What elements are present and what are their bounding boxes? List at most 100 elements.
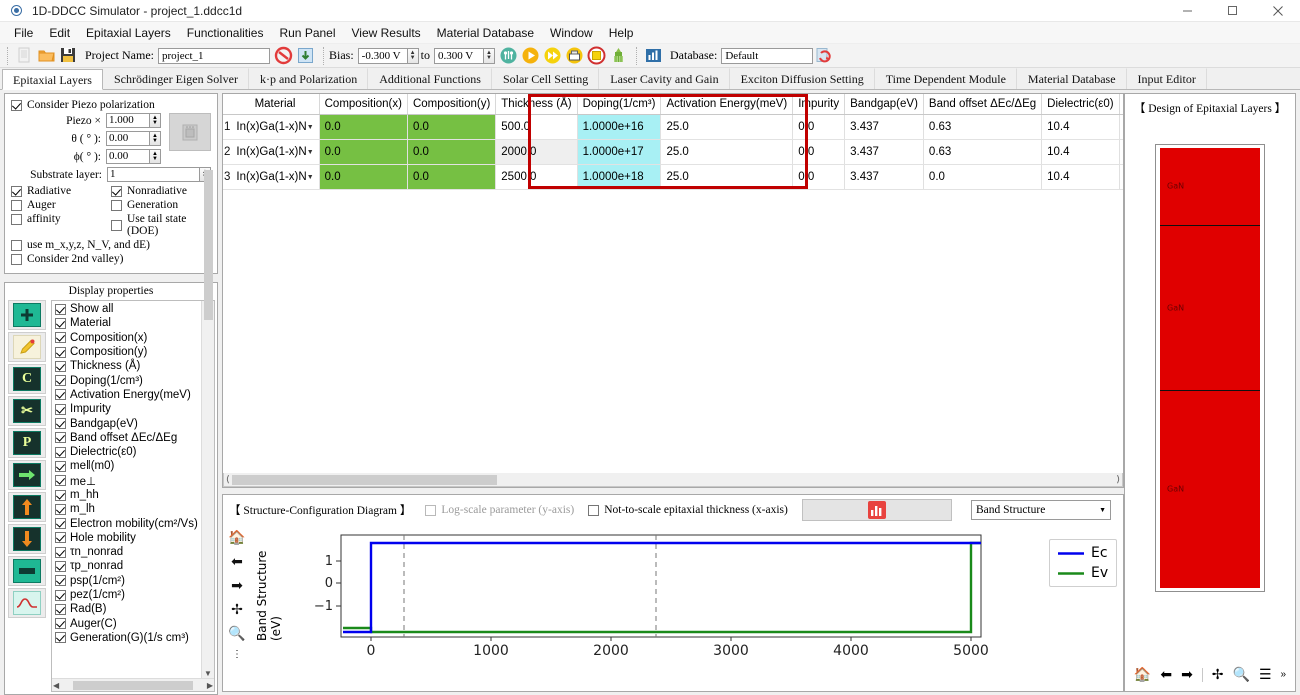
dp-item-composition-x[interactable]: Composition(x)	[55, 331, 201, 345]
menu-epitaxial-layers[interactable]: Epitaxial Layers	[78, 24, 179, 42]
clean-icon[interactable]	[609, 46, 629, 66]
forward-arrow-icon[interactable]: ➡	[1181, 666, 1193, 683]
cell-thickness[interactable]: 500.0	[495, 114, 578, 140]
use-mxyz-checkbox[interactable]: use m_x,y,z, N_V, and dE)	[11, 239, 211, 251]
dp-item-tau-p-nonrad[interactable]: τp_nonrad	[55, 559, 201, 573]
col-m[interactable]: m	[1119, 94, 1123, 115]
cell-bandgap[interactable]: 3.437	[844, 139, 924, 165]
minimize-button[interactable]	[1165, 0, 1210, 22]
cell-composition-x[interactable]: 0.0	[319, 114, 408, 140]
save-icon[interactable]	[59, 46, 79, 66]
cell-composition-y[interactable]: 0.0	[407, 139, 497, 165]
dp-item-tau-n-nonrad[interactable]: τn_nonrad	[55, 545, 201, 559]
dp-item-rad-b[interactable]: Rad(B)	[55, 602, 201, 616]
edit-layer-button[interactable]	[8, 332, 46, 362]
cell-activation-energy[interactable]: 25.0	[660, 139, 794, 165]
chevron-down-icon[interactable]: ▼	[307, 174, 314, 181]
display-properties-horizontal-scrollbar[interactable]: ◀ ▶	[52, 678, 214, 691]
layer-block-3[interactable]: GaN	[1160, 390, 1260, 588]
tab-laser-cavity-and-gain[interactable]: Laser Cavity and Gain	[599, 68, 730, 89]
scroll-left-arrow-icon[interactable]: ⟨	[226, 474, 230, 485]
radiative-checkbox[interactable]: Radiative	[11, 185, 111, 197]
cell-activation-energy[interactable]: 25.0	[660, 114, 794, 140]
dp-item-generation[interactable]: Generation(G)(1/s cm³)	[55, 631, 201, 645]
refresh-icon[interactable]	[274, 46, 294, 66]
not-to-scale-checkbox[interactable]: Not-to-scale epitaxial thickness (x-axis…	[588, 504, 788, 516]
layer-stack-frame[interactable]: GaN GaN GaN	[1155, 144, 1265, 592]
cell-m[interactable]: 0	[1119, 139, 1123, 165]
database-input[interactable]: Default	[721, 47, 814, 64]
chevron-down-icon[interactable]: ▼	[1099, 506, 1106, 514]
consider-piezo-polarization-checkbox[interactable]: Consider Piezo polarization	[11, 99, 211, 111]
plot-curve-button[interactable]	[8, 588, 46, 618]
table-row[interactable]: 2 In(x)Ga(1-x)N ▼ 0.0 0.0 2000.0 1.0000e+…	[223, 139, 1123, 165]
bias-to-input[interactable]: 0.300 V	[434, 47, 484, 64]
paste-layer-button[interactable]: P	[8, 428, 46, 458]
theta-input[interactable]: 0.00	[106, 131, 150, 146]
dp-item-auger-c[interactable]: Auger(C)	[55, 617, 201, 631]
table-horizontal-scrollbar[interactable]: ⟨ ⟩	[223, 473, 1123, 487]
bias-to-stepper[interactable]: ▲ ▼	[484, 47, 495, 64]
tab-kp-and-polarization[interactable]: k·p and Polarization	[249, 68, 369, 89]
chevron-down-icon[interactable]: ▼	[307, 124, 314, 131]
tab-exciton-diffusion-setting[interactable]: Exciton Diffusion Setting	[730, 68, 875, 89]
menu-material-database[interactable]: Material Database	[429, 24, 542, 42]
plot-button[interactable]	[801, 499, 952, 521]
display-properties-list[interactable]: Show all Material Composition(x) Composi…	[51, 170, 215, 692]
cell-dielectric[interactable]: 10.4	[1041, 139, 1120, 165]
col-composition-x[interactable]: Composition(x)	[319, 94, 408, 115]
move-down-button[interactable]	[8, 524, 46, 554]
more-icon[interactable]: ⋮	[232, 649, 242, 660]
tab-time-dependent-module[interactable]: Time Dependent Module	[875, 68, 1017, 89]
forward-arrow-icon[interactable]: ➡	[231, 577, 243, 594]
cell-m[interactable]: 0	[1119, 114, 1123, 140]
cell-composition-y[interactable]: 0.0	[407, 164, 497, 190]
maximize-button[interactable]	[1210, 0, 1255, 22]
dp-item-pez[interactable]: pez(1/cm²)	[55, 588, 201, 602]
run-icon[interactable]	[521, 46, 541, 66]
run-fast-icon[interactable]	[543, 46, 563, 66]
menu-functionalities[interactable]: Functionalities	[179, 24, 272, 42]
cell-composition-y[interactable]: 0.0	[407, 114, 497, 140]
menu-help[interactable]: Help	[601, 24, 642, 42]
dp-item-activation-energy[interactable]: Activation Energy(meV)	[55, 388, 201, 402]
substrate-layer-input[interactable]: 1	[107, 167, 200, 182]
zoom-icon[interactable]: 🔍	[228, 625, 245, 642]
orientation-preview-button[interactable]	[169, 113, 211, 151]
log-scale-checkbox[interactable]: Log-scale parameter (y-axis)	[425, 504, 574, 516]
cell-material[interactable]: In(x)Ga(1-x)N ▼	[231, 139, 320, 165]
scroll-thumb[interactable]	[73, 680, 193, 690]
tab-epitaxial-layers[interactable]: Epitaxial Layers	[2, 69, 103, 90]
tab-input-editor[interactable]: Input Editor	[1127, 68, 1207, 89]
plot-type-select[interactable]: Band Structure ▼	[971, 500, 1111, 520]
piezo-x-input[interactable]: 1.000	[106, 113, 150, 128]
import-icon[interactable]	[296, 46, 316, 66]
menu-edit[interactable]: Edit	[41, 24, 78, 42]
col-material[interactable]: Material	[231, 94, 320, 115]
zoom-icon[interactable]: 🔍	[1233, 666, 1250, 683]
project-name-input[interactable]: project_1	[157, 47, 270, 64]
move-up-button[interactable]	[8, 492, 46, 522]
tab-material-database[interactable]: Material Database	[1017, 68, 1127, 89]
tab-additional-functions[interactable]: Additional Functions	[368, 68, 492, 89]
close-button[interactable]	[1255, 0, 1300, 22]
dp-item-m-lh[interactable]: m_lh	[55, 502, 201, 516]
scroll-thumb[interactable]	[231, 474, 497, 485]
dp-item-psp[interactable]: psp(1/cm²)	[55, 574, 201, 588]
scroll-right-arrow-icon[interactable]: ⟩	[1116, 474, 1120, 485]
copy-layer-button[interactable]: C	[8, 364, 46, 394]
scroll-right-arrow-icon[interactable]: ▶	[207, 681, 213, 690]
home-icon[interactable]: 🏠	[228, 529, 245, 546]
equilibrium-icon[interactable]	[499, 46, 519, 66]
db-refresh-icon[interactable]	[814, 46, 834, 66]
tab-solar-cell-setting[interactable]: Solar Cell Setting	[492, 68, 600, 89]
dp-item-material[interactable]: Material	[55, 316, 201, 330]
menu-file[interactable]: File	[6, 24, 41, 42]
delete-layer-button[interactable]	[8, 556, 46, 586]
pan-icon[interactable]: ✢	[1212, 666, 1224, 683]
chart-icon[interactable]	[644, 46, 664, 66]
affinity-checkbox[interactable]: affinity	[11, 213, 111, 225]
dp-item-me-parallel[interactable]: me‖(m0)	[55, 459, 201, 473]
open-folder-icon[interactable]	[37, 46, 57, 66]
col-composition-y[interactable]: Composition(y)	[407, 94, 497, 115]
